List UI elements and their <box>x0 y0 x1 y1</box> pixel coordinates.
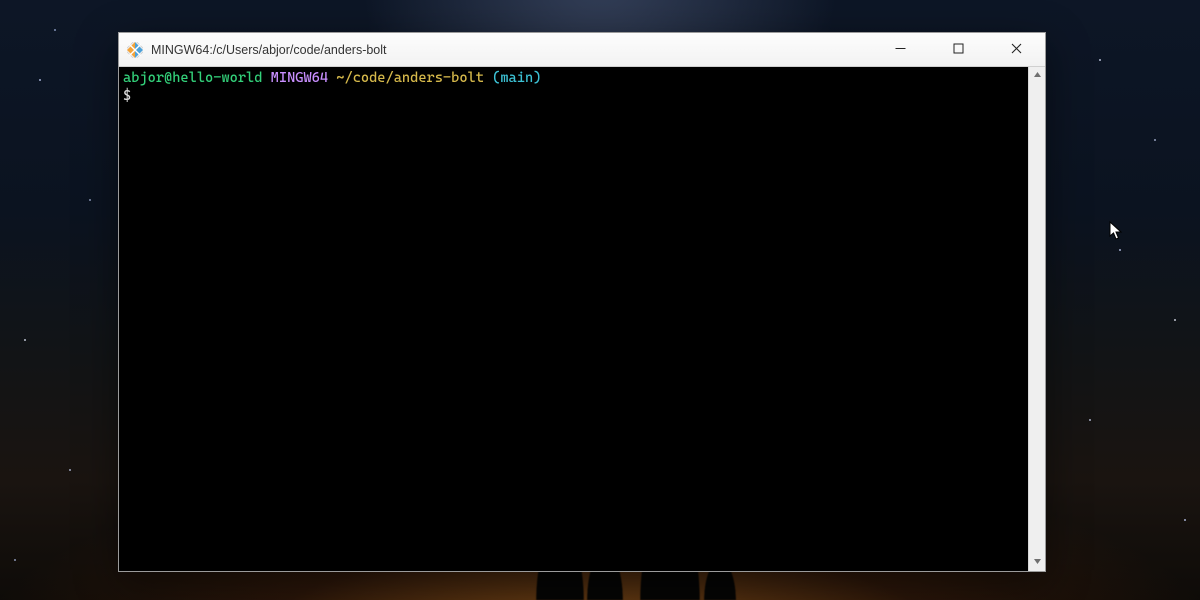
titlebar[interactable]: MINGW64:/c/Users/abjor/code/anders-bolt <box>119 33 1045 67</box>
maximize-button[interactable] <box>929 33 987 66</box>
prompt-env: MINGW64 <box>271 70 328 86</box>
git-bash-icon <box>127 42 143 58</box>
prompt-user-host: abjor@hello-world <box>123 70 262 86</box>
minimize-icon <box>895 41 906 59</box>
prompt-path: ~/code/anders-bolt <box>336 70 484 86</box>
scroll-down-icon <box>1033 557 1042 568</box>
terminal-viewport[interactable]: abjor@hello-world MINGW64 ~/code/anders-… <box>119 67 1028 571</box>
terminal-window: MINGW64:/c/Users/abjor/code/anders-bolt … <box>118 32 1046 572</box>
window-client-area: abjor@hello-world MINGW64 ~/code/anders-… <box>119 67 1045 571</box>
prompt-branch-close: ) <box>533 70 541 86</box>
vertical-scrollbar[interactable] <box>1028 67 1045 571</box>
window-title: MINGW64:/c/Users/abjor/code/anders-bolt <box>151 43 871 57</box>
minimize-button[interactable] <box>871 33 929 66</box>
close-button[interactable] <box>987 33 1045 66</box>
scroll-up-icon <box>1033 70 1042 81</box>
scroll-up-button[interactable] <box>1029 67 1045 84</box>
maximize-icon <box>953 41 964 59</box>
window-controls <box>871 33 1045 66</box>
scroll-down-button[interactable] <box>1029 554 1045 571</box>
prompt-branch: main <box>500 70 533 86</box>
close-icon <box>1011 41 1022 59</box>
prompt-symbol: $ <box>123 88 131 104</box>
